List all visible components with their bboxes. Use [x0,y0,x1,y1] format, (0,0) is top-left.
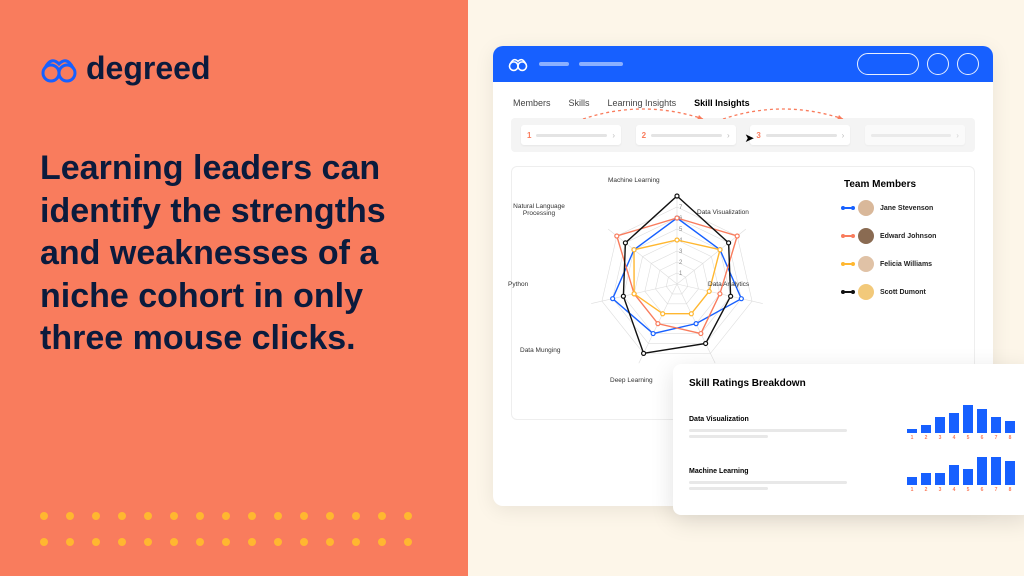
chevron-right-icon: › [727,131,730,140]
bar [907,429,917,433]
member-color-indicator [844,291,852,293]
avatar [858,284,874,300]
bar-label: 7 [995,487,998,493]
bar [991,417,1001,433]
step-next[interactable]: › [865,125,965,145]
bar-label: 5 [967,487,970,493]
bar [907,477,917,485]
stepper: 1 › 2 › 3 › ➤ › [511,118,975,152]
team-member[interactable]: Edward Johnson [844,228,964,244]
bar [1005,461,1015,485]
bar-label: 3 [939,487,942,493]
svg-text:7: 7 [679,205,683,211]
tab-skills[interactable]: Skills [569,98,590,108]
team-member[interactable]: Jane Stevenson [844,200,964,216]
header-placeholder [539,62,569,66]
member-color-indicator [844,263,852,265]
radar-chart: 1234567 Machine Learning Data Visualizat… [522,179,832,389]
skill-breakdown-card: Skill Ratings Breakdown Data Visualizati… [673,364,1024,515]
avatar [858,228,874,244]
bar-label: 4 [953,487,956,493]
member-name: Edward Johnson [880,233,936,240]
degreed-logo-icon [40,54,78,84]
bar-label: 1 [911,435,914,441]
bar-label: 4 [953,435,956,441]
app-header [493,46,993,82]
bar-label: 5 [967,435,970,441]
header-action-2[interactable] [957,53,979,75]
skill-row: Machine Learning 1 2 3 4 5 6 7 8 [689,453,1015,493]
step-2[interactable]: 2 › [636,125,736,145]
team-title: Team Members [844,179,964,190]
brand-logo: degreed [40,50,428,87]
bar [1005,421,1015,433]
member-name: Scott Dumont [880,289,926,296]
chevron-right-icon: › [612,131,615,140]
bar-label: 7 [995,435,998,441]
bar [935,473,945,485]
tab-members[interactable]: Members [513,98,551,108]
tabs: Members Skills Learning Insights Skill I… [493,82,993,118]
bar [977,457,987,485]
bar [963,469,973,485]
skill-breakdown-title: Skill Ratings Breakdown [689,378,1015,389]
header-action-1[interactable] [927,53,949,75]
radar-label: Data Analytics [708,281,749,288]
app-header-logo-icon [507,56,529,72]
team-members: Team Members Jane Stevenson Edward Johnso… [844,179,964,389]
bar-label: 3 [939,435,942,441]
radar-label: Machine Learning [608,177,660,184]
header-search[interactable] [857,53,919,75]
bar [949,413,959,433]
skill-row: Data Visualization 1 2 3 4 5 6 7 8 [689,401,1015,441]
bar-label: 8 [1009,435,1012,441]
bar [921,425,931,433]
bar [935,417,945,433]
chevron-right-icon: › [842,131,845,140]
bar-label: 2 [925,487,928,493]
tab-learning-insights[interactable]: Learning Insights [608,98,677,108]
radar-label: Natural Language Processing [512,203,566,217]
chevron-right-icon: › [956,131,959,140]
svg-text:2: 2 [679,260,683,266]
step-3[interactable]: 3 › ➤ [750,125,850,145]
bar [963,405,973,433]
member-color-indicator [844,235,852,237]
team-member[interactable]: Felicia Williams [844,256,964,272]
bar [921,473,931,485]
skill-name: Data Visualization [689,416,887,423]
svg-text:3: 3 [679,249,683,255]
svg-text:5: 5 [679,227,683,233]
cursor-icon: ➤ [744,131,754,145]
bar-label: 6 [981,487,984,493]
radar-label: Python [508,281,528,288]
brand-name: degreed [86,50,210,87]
svg-text:1: 1 [679,271,683,277]
radar-label: Data Visualization [697,209,749,216]
bar-chart: 1 2 3 4 5 6 7 8 [907,401,1015,441]
bar-chart: 1 2 3 4 5 6 7 8 [907,453,1015,493]
bar-label: 1 [911,487,914,493]
bar [949,465,959,485]
radar-label: Data Munging [520,347,560,354]
member-name: Felicia Williams [880,261,932,268]
app-window: Members Skills Learning Insights Skill I… [493,46,993,506]
member-name: Jane Stevenson [880,205,933,212]
member-color-indicator [844,207,852,209]
avatar [858,200,874,216]
team-member[interactable]: Scott Dumont [844,284,964,300]
avatar [858,256,874,272]
tab-skill-insights[interactable]: Skill Insights [694,98,750,108]
radar-label: Deep Learning [610,377,653,384]
bar [977,409,987,433]
decorative-dots [40,512,412,546]
headline: Learning leaders can identify the streng… [40,147,420,360]
bar-label: 8 [1009,487,1012,493]
bar-label: 2 [925,435,928,441]
header-placeholder [579,62,623,66]
bar [991,457,1001,485]
step-1[interactable]: 1 › [521,125,621,145]
skill-name: Machine Learning [689,468,887,475]
bar-label: 6 [981,435,984,441]
